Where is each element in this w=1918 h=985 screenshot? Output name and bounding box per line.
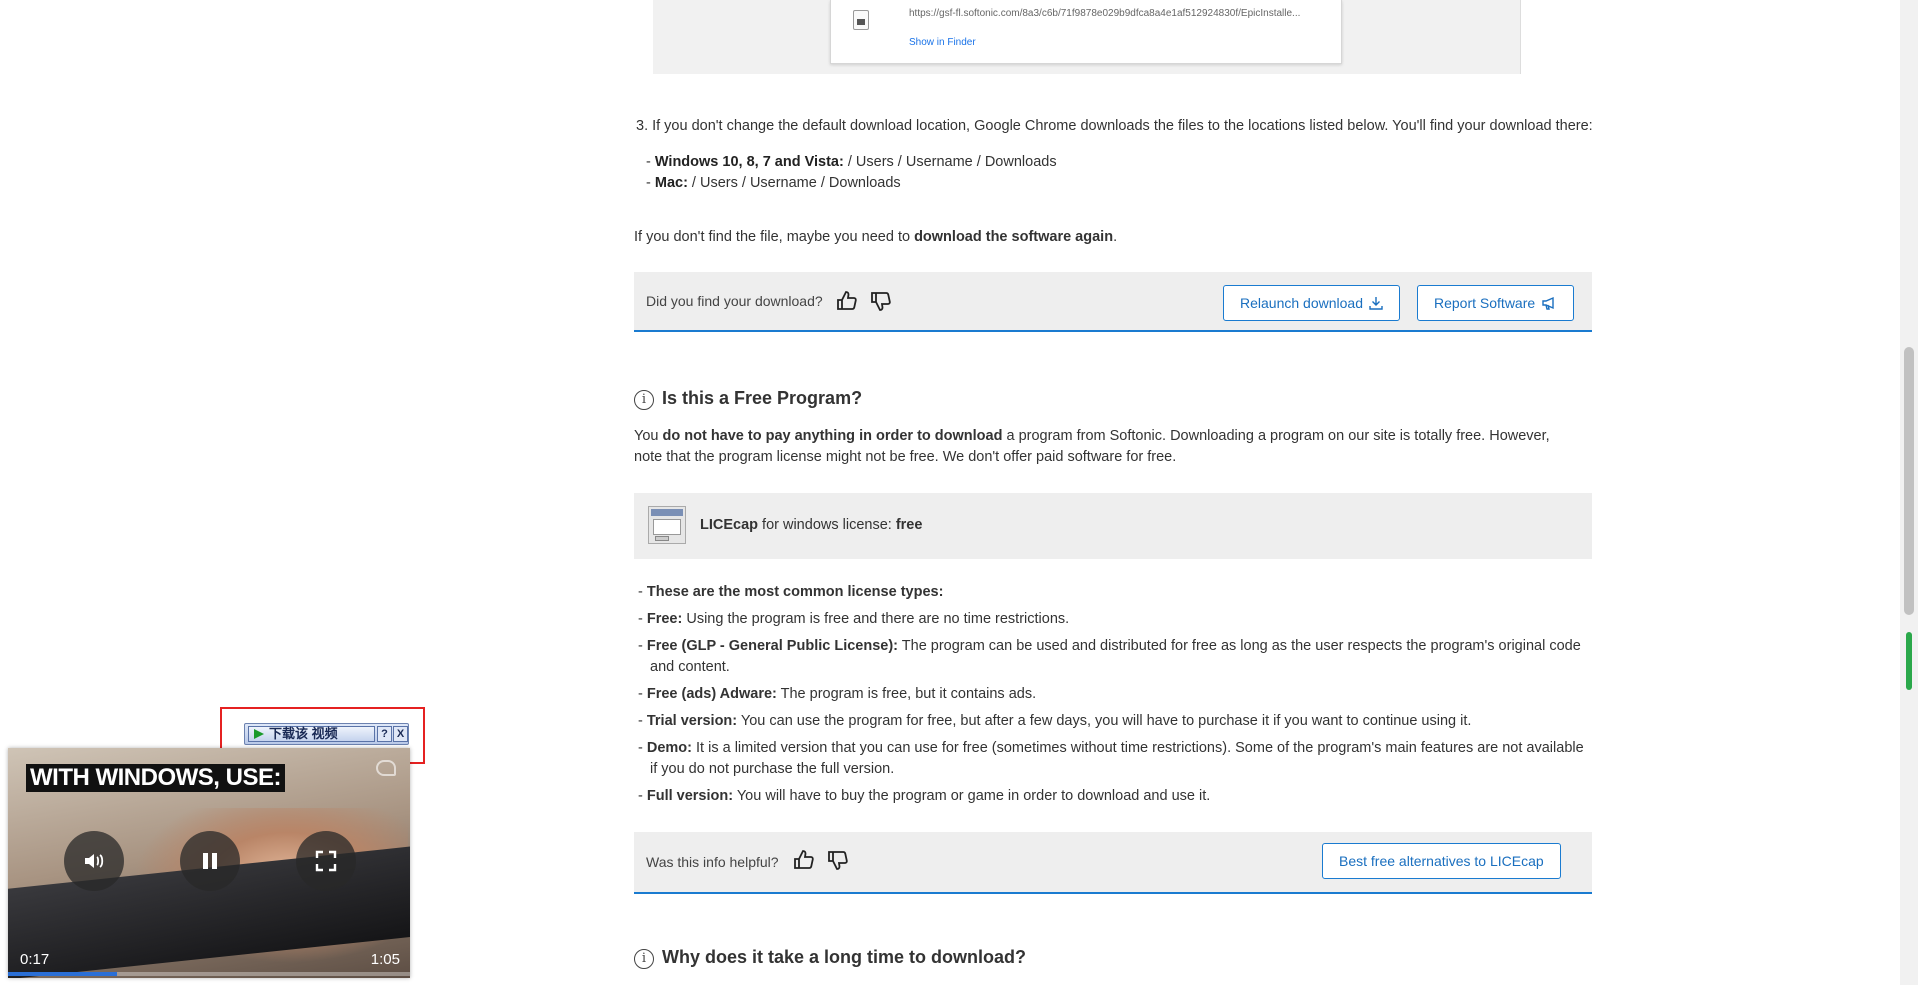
list-item: Free (ads) Adware: The program is free, …: [638, 684, 1588, 705]
thumbs-up-icon[interactable]: [835, 289, 859, 313]
path-item-mac: - Mac: / Users / Username / Downloads: [646, 175, 901, 191]
free-program-paragraph: You do not have to pay anything in order…: [634, 428, 1550, 465]
duration: 1:05: [370, 951, 400, 968]
license-box: LICEcap for windows license: free: [634, 493, 1592, 559]
file-icon: [853, 10, 869, 30]
path-item-windows: - Windows 10, 8, 7 and Vista: / Users / …: [646, 154, 1057, 170]
video-download-toolbar: 下载该 视频 ? X: [244, 723, 409, 745]
report-software-button[interactable]: Report Software: [1417, 285, 1575, 321]
info-icon: i: [634, 390, 654, 410]
feedback-question: Did you find your download?: [646, 293, 823, 309]
pause-button[interactable]: [180, 831, 240, 891]
help-button[interactable]: ?: [377, 726, 392, 742]
download-screenshot: https://gsf-fl.softonic.com/8a3/c6b/71f9…: [653, 0, 1521, 74]
thumbs-down-icon[interactable]: [826, 848, 850, 872]
relaunch-download-button[interactable]: Relaunch download: [1223, 285, 1400, 321]
progress-bar[interactable]: [8, 972, 410, 976]
free-program-heading: i Is this a Free Program?: [634, 388, 862, 410]
list-item: Full version: You will have to buy the p…: [638, 786, 1588, 807]
step-text: If you don't change the default download…: [652, 118, 1593, 134]
long-download-heading: i Why does it take a long time to downloa…: [634, 947, 1026, 969]
download-again-text: If you don't find the file, maybe you ne…: [634, 229, 1118, 245]
license-value: free: [895, 517, 923, 533]
feedback-question: Was this info helpful?: [646, 854, 779, 870]
scrollbar-thumb[interactable]: [1904, 347, 1914, 615]
pause-icon: [203, 853, 217, 869]
current-time: 0:17: [20, 951, 50, 968]
player-logo-icon: [376, 760, 396, 776]
list-item: Demo: It is a limited version that you c…: [638, 738, 1588, 780]
info-feedback-bar: Was this info helpful? Best free alterna…: [634, 832, 1592, 894]
page-scrollbar[interactable]: [1900, 0, 1918, 985]
list-item: Free (GLP - General Public License): The…: [638, 636, 1588, 678]
download-url: https://gsf-fl.softonic.com/8a3/c6b/71f9…: [909, 8, 1301, 19]
thumbs-up-icon[interactable]: [792, 848, 816, 872]
step-3: 3. If you don't change the default downlo…: [636, 118, 1594, 134]
info-icon: i: [634, 949, 654, 969]
list-item: These are the most common license types:: [638, 582, 1588, 603]
thumbs-down-icon[interactable]: [869, 289, 893, 313]
license-text: LICEcap for windows license: free: [700, 517, 923, 533]
app-name: LICEcap: [700, 517, 759, 533]
download-feedback-bar: Did you find your download? Relaunch dow…: [634, 272, 1592, 332]
best-alternatives-button[interactable]: Best free alternatives to LICEcap: [1322, 843, 1561, 879]
download-paths: - Windows 10, 8, 7 and Vista: / Users / …: [646, 152, 1057, 194]
scroll-indicator: [1906, 632, 1912, 690]
volume-button[interactable]: [64, 831, 124, 891]
speaker-icon: [85, 854, 104, 868]
chrome-download-card: https://gsf-fl.softonic.com/8a3/c6b/71f9…: [830, 0, 1342, 64]
list-item: Trial version: You can use the program f…: [638, 711, 1588, 732]
list-item: Free: Using the program is free and ther…: [638, 609, 1588, 630]
show-in-finder-link: Show in Finder: [909, 37, 976, 48]
video-player[interactable]: WITH WINDOWS, USE: 0:17 1:05: [8, 748, 410, 978]
license-types-list: These are the most common license types:…: [638, 582, 1588, 813]
video-caption: WITH WINDOWS, USE:: [26, 764, 285, 792]
progress-fill: [8, 972, 117, 976]
fullscreen-icon: [315, 850, 337, 872]
close-toolbar-button[interactable]: X: [393, 726, 408, 742]
download-again-link[interactable]: download the software again: [914, 229, 1113, 245]
licecap-app-icon: [648, 506, 686, 544]
megaphone-icon: [1542, 296, 1554, 310]
download-video-button[interactable]: 下载该 视频: [248, 726, 375, 742]
fullscreen-button[interactable]: [296, 831, 356, 891]
step-number: 3.: [636, 118, 649, 134]
download-icon: [1369, 297, 1383, 310]
